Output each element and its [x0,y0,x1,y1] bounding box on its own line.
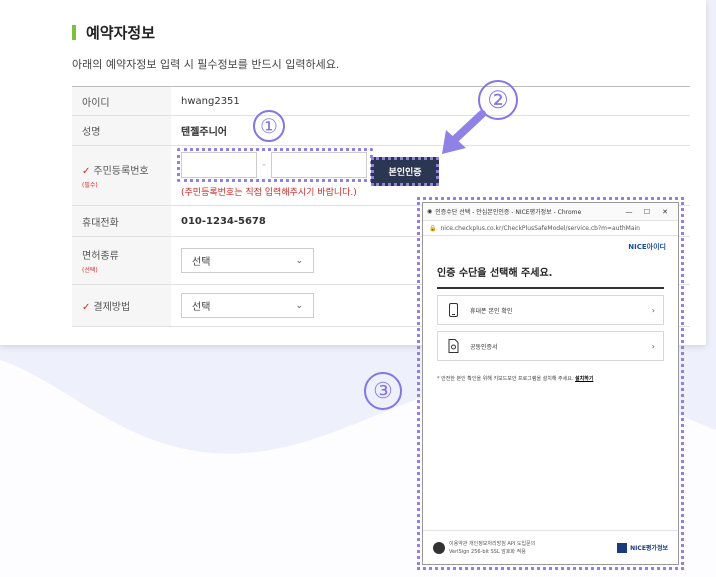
auth-option-certificate[interactable]: 공동인증서 › [437,331,664,361]
license-optional-note: (선택) [82,267,98,274]
ssn-input-group: - [177,147,373,182]
footer-ssl: VeriSign 256-bit SSL 암호화 적용 [449,548,526,555]
chrome-icon: ◉ [427,208,433,215]
certificate-icon [446,338,460,354]
nice-auth-popup: ◉ 인증수단 선택 - 안심본인인증 - NICE평가정보 - Chrome —… [422,202,679,565]
ssn-label-cell: ✓ 주민등록번호 (필수) [72,145,171,206]
footer-links[interactable]: 이용약관 개인정보처리방침 API 도입문의 [449,541,535,547]
ssn-required-note: (필수) [82,182,98,189]
payment-label-cell: ✓ 결제방법 [72,284,171,327]
annotation-number-three: ③ [364,372,402,410]
minimize-icon[interactable]: — [620,208,638,216]
ssn-highlight-outline [177,147,373,182]
form-row-id: 아이디 hwang2351 [72,86,690,116]
id-value: hwang2351 [171,86,690,116]
lock-icon: 🔒 [429,224,437,232]
nice-logo-icon [617,542,628,553]
popup-footer: 이용약관 개인정보처리방침 API 도입문의 VeriSign 256-bit … [423,530,678,564]
form-row-name: 성명 텐젤주니어 [72,115,690,146]
section-title: 예약자정보 [72,22,155,43]
auth-option-phone-label: 휴대폰 본인 확인 [470,307,513,315]
phone-label: 휴대전화 [72,205,171,237]
install-link[interactable]: 설치하기 [575,376,593,382]
security-note-text: * 안전한 본인 확인을 위해 키보드보안 프로그램을 설치해 주세요. [437,376,574,382]
required-check-icon: ✓ [82,166,91,177]
auth-option-phone[interactable]: 휴대폰 본인 확인 › [437,295,664,325]
ssl-badge-icon [433,541,445,554]
footer-brand-text: NICE평가정보 [630,545,668,552]
required-check-icon: ✓ [82,302,91,313]
ssn-warning-text: (주민등록번호는 직접 입력해주시기 바랍니다.) [181,187,357,198]
chevron-down-icon: ⌄ [295,300,303,311]
close-icon[interactable]: ✕ [656,208,674,216]
license-label: 면허종류 [82,251,119,262]
popup-heading: 인증 수단을 선택해 주세요. [437,268,553,279]
phone-icon [446,302,460,318]
id-label: 아이디 [72,86,171,116]
section-description: 아래의 예약자정보 입력 시 필수정보를 반드시 입력하세요. [72,58,340,71]
footer-text: 이용약관 개인정보처리방침 API 도입문의 VeriSign 256-bit … [449,540,617,556]
annotation-number-one: ① [253,110,285,142]
payment-select-value: 선택 [192,302,211,313]
payment-label: 결제방법 [93,302,131,313]
security-note: * 안전한 본인 확인을 위해 키보드보안 프로그램을 설치해 주세요. 설치하… [437,375,664,382]
heading-divider [437,287,664,289]
popup-url: nice.checkplus.co.kr/CheckPlusSafeModel/… [440,224,640,232]
chevron-right-icon: › [651,305,655,315]
auth-option-certificate-label: 공동인증서 [470,343,498,351]
pointer-arrow-icon [442,110,486,154]
payment-select[interactable]: 선택 ⌄ [181,293,314,318]
license-label-cell: 면허종류 (선택) [72,236,171,285]
popup-title-bar: ◉ 인증수단 선택 - 안심본인인증 - NICE평가정보 - Chrome —… [423,203,678,221]
popup-window-title: 인증수단 선택 - 안심본인인증 - NICE평가정보 - Chrome [435,209,582,216]
name-value: 텐젤주니어 [171,115,690,146]
title-bar-marker [72,25,76,40]
chevron-right-icon: › [651,341,655,351]
name-label: 성명 [72,115,171,146]
license-select-value: 선택 [192,257,211,268]
section-title-text: 예약자정보 [86,24,156,42]
identity-verify-button[interactable]: 본인인증 [371,157,439,186]
footer-brand: NICE평가정보 [617,542,668,553]
license-select[interactable]: 선택 ⌄ [181,248,314,273]
popup-address-bar: 🔒 nice.checkplus.co.kr/CheckPlusSafeMode… [423,221,678,236]
nice-logo: NICE아이디 [628,243,666,251]
maximize-icon[interactable]: ☐ [638,208,656,216]
ssn-label: 주민등록번호 [93,166,149,177]
chevron-down-icon: ⌄ [295,255,303,266]
